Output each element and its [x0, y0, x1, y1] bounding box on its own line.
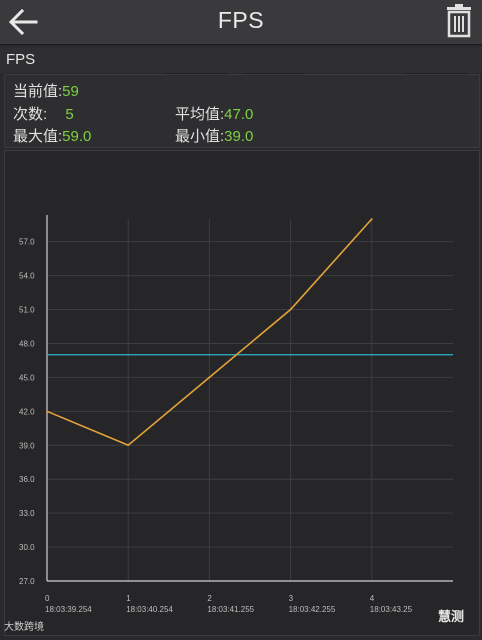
stat-min-label: 最小值: [175, 128, 225, 145]
fps-data-point [208, 376, 211, 379]
stat-average-value: 47.0 [224, 106, 254, 123]
stat-current-label: 当前值: [13, 83, 63, 100]
stat-average: 平均值:47.0 [175, 103, 253, 124]
y-tick-label: 36.0 [19, 475, 35, 484]
stat-count-value: 5 [65, 106, 74, 123]
trash-icon[interactable] [444, 4, 474, 38]
y-tick-label: 30.0 [19, 543, 35, 552]
stat-count: 次数: 5 [13, 103, 74, 124]
stat-average-label: 平均值: [175, 106, 225, 123]
panel-header: FPS [0, 47, 482, 73]
fps-data-point [46, 410, 48, 413]
stat-min-value: 39.0 [224, 128, 254, 145]
x-tick-index: 0 [45, 594, 50, 603]
stat-current: 当前值:59 [13, 80, 79, 101]
watermark-left: 大数跨境 [4, 622, 44, 633]
top-bar: FPS [0, 0, 482, 45]
x-tick-index: 2 [207, 594, 212, 603]
y-tick-label: 45.0 [19, 373, 35, 382]
x-tick-time: 18:03:41.255 [207, 605, 254, 614]
stat-current-value: 59 [62, 83, 79, 100]
stat-max-value: 59.0 [62, 128, 92, 145]
fps-line-chart: 27.0 30.0 33.0 36.0 39.0 42.0 45.0 48.0 51.0 54.0… [19, 215, 453, 614]
x-tick-time: 18:03:42.255 [289, 605, 336, 614]
page-title: FPS [217, 7, 265, 33]
watermark-right: 慧测 [437, 609, 464, 624]
y-tick-label: 39.0 [19, 441, 35, 450]
y-tick-label: 51.0 [19, 306, 35, 315]
y-tick-label: 57.0 [19, 238, 35, 247]
y-tick-label: 42.0 [19, 407, 35, 416]
chart-panel: 27.0 30.0 33.0 36.0 39.0 42.0 45.0 48.0 51.0 54.0… [4, 150, 480, 636]
x-tick-time: 18:03:40.254 [126, 605, 173, 614]
x-tick-index: 4 [370, 594, 375, 603]
y-tick-label: 48.0 [19, 339, 35, 348]
stats-panel: 当前值:59 次数: 5 平均值:47.0 最大值:59.0 最小值:39.0 [4, 74, 480, 148]
stat-count-label: 次数: [13, 106, 48, 123]
fps-data-point [289, 308, 292, 311]
x-tick-time: 18:03:43.25 [370, 605, 413, 614]
y-tick-label: 33.0 [19, 509, 35, 518]
y-tick-label: 27.0 [19, 577, 35, 586]
y-tick-label: 54.0 [19, 272, 35, 281]
stat-max: 最大值:59.0 [13, 125, 91, 146]
panel-title: FPS [6, 51, 36, 68]
fps-data-point [127, 444, 130, 447]
stat-min: 最小值:39.0 [175, 125, 253, 146]
x-tick-time: 18:03:39.254 [45, 605, 92, 614]
x-tick-index: 3 [289, 594, 294, 603]
stat-max-label: 最大值: [13, 128, 63, 145]
x-tick-index: 1 [126, 594, 131, 603]
fps-data-point [370, 218, 373, 220]
